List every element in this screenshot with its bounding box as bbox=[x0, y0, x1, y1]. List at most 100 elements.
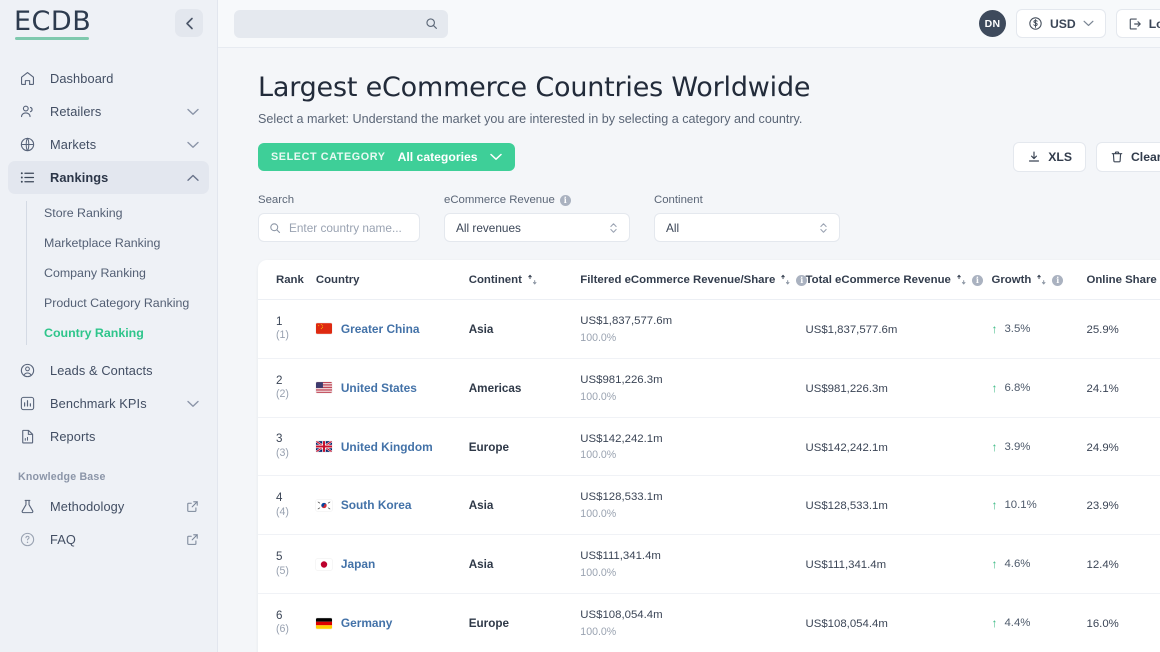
sidebar-item-store-ranking[interactable]: Store Ranking bbox=[0, 198, 217, 228]
online-share-value: 24.9% bbox=[1086, 441, 1119, 454]
online-share-value: 24.1% bbox=[1086, 382, 1119, 395]
chevron-down-icon[interactable] bbox=[187, 400, 199, 408]
sidebar-item-dashboard[interactable]: Dashboard bbox=[8, 62, 209, 95]
previous-rank-value: (1) bbox=[276, 329, 289, 342]
select-arrows-icon bbox=[609, 221, 618, 235]
xls-export-button[interactable]: XLS bbox=[1013, 142, 1086, 172]
column-header-online-share[interactable]: Online Sharei bbox=[1086, 260, 1160, 300]
arrow-up-icon: ↑ bbox=[991, 498, 998, 513]
cell-continent: Asia bbox=[468, 534, 581, 595]
sidebar-collapse-button[interactable] bbox=[175, 9, 203, 37]
country-link[interactable]: Greater China bbox=[341, 322, 420, 336]
sort-icon[interactable] bbox=[527, 274, 538, 286]
country-link[interactable]: United States bbox=[341, 381, 417, 395]
column-header-total-revenue[interactable]: Total eCommerce Revenue i bbox=[805, 260, 992, 300]
sort-icon[interactable] bbox=[956, 274, 967, 286]
sidebar-item-retailers[interactable]: Retailers bbox=[8, 95, 209, 128]
filter-label-text: Continent bbox=[654, 194, 703, 206]
sidebar-item-leads-contacts[interactable]: Leads & Contacts bbox=[8, 354, 209, 387]
column-header-country: Country bbox=[315, 260, 469, 300]
table-row[interactable]: 3 (3) United Kingdom Europe US$142,242.1m 100… bbox=[258, 417, 1160, 477]
avatar[interactable]: DN bbox=[978, 10, 1006, 37]
previous-rank-value: (6) bbox=[276, 623, 289, 636]
cell-total-revenue: US$111,341.4m bbox=[805, 534, 992, 595]
country-search-input[interactable] bbox=[289, 220, 444, 235]
sidebar-item-marketplace-ranking[interactable]: Marketplace Ranking bbox=[0, 228, 217, 258]
continent-value: Europe bbox=[468, 617, 509, 631]
cell-country: United Kingdom bbox=[315, 417, 469, 477]
country-link[interactable]: United Kingdom bbox=[341, 440, 433, 454]
sub-item-label: Marketplace Ranking bbox=[44, 236, 161, 250]
chevron-down-icon[interactable] bbox=[187, 141, 199, 149]
filter-label-text: eCommerce Revenue bbox=[444, 194, 555, 206]
global-search[interactable] bbox=[234, 9, 448, 38]
ecdb-logo[interactable]: ECDB bbox=[14, 8, 91, 40]
sidebar-item-product-category-ranking[interactable]: Product Category Ranking bbox=[0, 288, 217, 318]
filter-search: Search bbox=[258, 194, 444, 242]
revenue-select[interactable]: All revenues bbox=[444, 213, 630, 242]
info-icon[interactable]: i bbox=[559, 194, 571, 206]
column-header-continent[interactable]: Continent bbox=[468, 260, 581, 300]
sort-icon[interactable] bbox=[780, 274, 791, 286]
page-content: Largest eCommerce Countries Worldwide Se… bbox=[218, 48, 1160, 652]
cell-country: Greater China bbox=[315, 299, 469, 359]
cell-growth: ↑ 3.5% bbox=[991, 299, 1087, 359]
country-search-field[interactable] bbox=[258, 213, 444, 242]
filtered-revenue-value: US$108,054.4m bbox=[580, 609, 663, 622]
sidebar-item-rankings[interactable]: Rankings bbox=[8, 161, 209, 194]
country-link[interactable]: Germany bbox=[341, 616, 393, 630]
continent-select[interactable]: All bbox=[654, 213, 840, 242]
sidebar-item-company-ranking[interactable]: Company Ranking bbox=[0, 258, 217, 288]
arrow-up-icon: ↑ bbox=[991, 321, 998, 336]
country-link[interactable]: South Korea bbox=[341, 498, 412, 512]
sidebar-item-country-ranking[interactable]: Country Ranking bbox=[0, 318, 217, 348]
sort-icon[interactable] bbox=[1036, 274, 1047, 286]
total-revenue-value: US$111,341.4m bbox=[805, 559, 887, 572]
cell-filtered-revenue: US$111,341.4m 100.0% bbox=[580, 534, 806, 595]
cell-total-revenue: US$981,226.3m bbox=[805, 358, 992, 418]
chevron-down-icon[interactable] bbox=[187, 108, 199, 116]
external-link-icon[interactable] bbox=[186, 533, 199, 546]
cell-total-revenue: US$142,242.1m bbox=[805, 417, 992, 477]
info-icon[interactable]: i bbox=[971, 274, 983, 286]
cell-online-share: 23.9% bbox=[1086, 475, 1160, 536]
continent-value: Asia bbox=[468, 558, 494, 572]
select-category-button[interactable]: SELECT CATEGORY All categories bbox=[258, 143, 515, 171]
logout-button[interactable]: Logout bbox=[1115, 9, 1160, 38]
clear-all-button[interactable]: Clear All bbox=[1096, 142, 1160, 172]
sidebar-item-methodology[interactable]: Methodology bbox=[8, 490, 209, 523]
search-icon bbox=[269, 222, 281, 234]
sidebar-item-benchmark-kpis[interactable]: Benchmark KPIs bbox=[8, 387, 209, 420]
sidebar-item-faq[interactable]: FAQ bbox=[8, 523, 209, 556]
currency-label: USD bbox=[1049, 16, 1076, 31]
flag-icon bbox=[315, 441, 332, 453]
cell-online-share: 16.0% bbox=[1086, 593, 1160, 652]
online-share-value: 12.4% bbox=[1086, 559, 1119, 572]
filter-revenue: eCommerce Revenue i All revenues bbox=[444, 194, 630, 242]
total-revenue-value: US$128,533.1m bbox=[805, 500, 888, 513]
column-header-filtered-revenue[interactable]: Filtered eCommerce Revenue/Share i bbox=[580, 260, 808, 300]
sidebar-item-reports[interactable]: Reports bbox=[8, 420, 209, 453]
info-icon[interactable]: i bbox=[1052, 274, 1064, 286]
currency-selector[interactable]: USD bbox=[1015, 9, 1106, 38]
arrow-up-icon: ↑ bbox=[991, 616, 998, 631]
sidebar: ECDB Dashboard Retailers Markets Ranking… bbox=[0, 0, 218, 652]
sidebar-item-markets[interactable]: Markets bbox=[8, 128, 209, 161]
filtered-revenue-value: US$142,242.1m bbox=[580, 432, 663, 445]
cell-growth: ↑ 6.8% bbox=[991, 358, 1087, 418]
table-row[interactable]: 5 (5) Japan Asia US$111,341.4m 100.0% US$111,3… bbox=[258, 534, 1160, 595]
chevron-up-icon[interactable] bbox=[187, 174, 199, 182]
table-row[interactable]: 1 (1) Greater China Asia US$1,837,577.6m 100.… bbox=[258, 299, 1160, 359]
filtered-revenue-value: US$111,341.4m bbox=[580, 550, 661, 563]
search-icon[interactable] bbox=[425, 17, 438, 30]
table-row[interactable]: 6 (6) Germany Europe US$108,054.4m 100.0% US$1… bbox=[258, 593, 1160, 652]
table-row[interactable]: 2 (2) United States Americas US$981,226.3m 10… bbox=[258, 358, 1160, 418]
filtered-revenue-value: US$981,226.3m bbox=[580, 373, 663, 386]
country-link[interactable]: Japan bbox=[341, 557, 375, 571]
column-header-growth[interactable]: Growth i bbox=[991, 260, 1087, 300]
total-revenue-value: US$108,054.4m bbox=[805, 618, 888, 631]
table-row[interactable]: 4 (4) South Korea Asia US$128,533.1m 100.0% US… bbox=[258, 475, 1160, 536]
external-link-icon[interactable] bbox=[186, 500, 199, 513]
column-label: Growth bbox=[991, 274, 1032, 286]
search-input[interactable] bbox=[244, 16, 425, 31]
